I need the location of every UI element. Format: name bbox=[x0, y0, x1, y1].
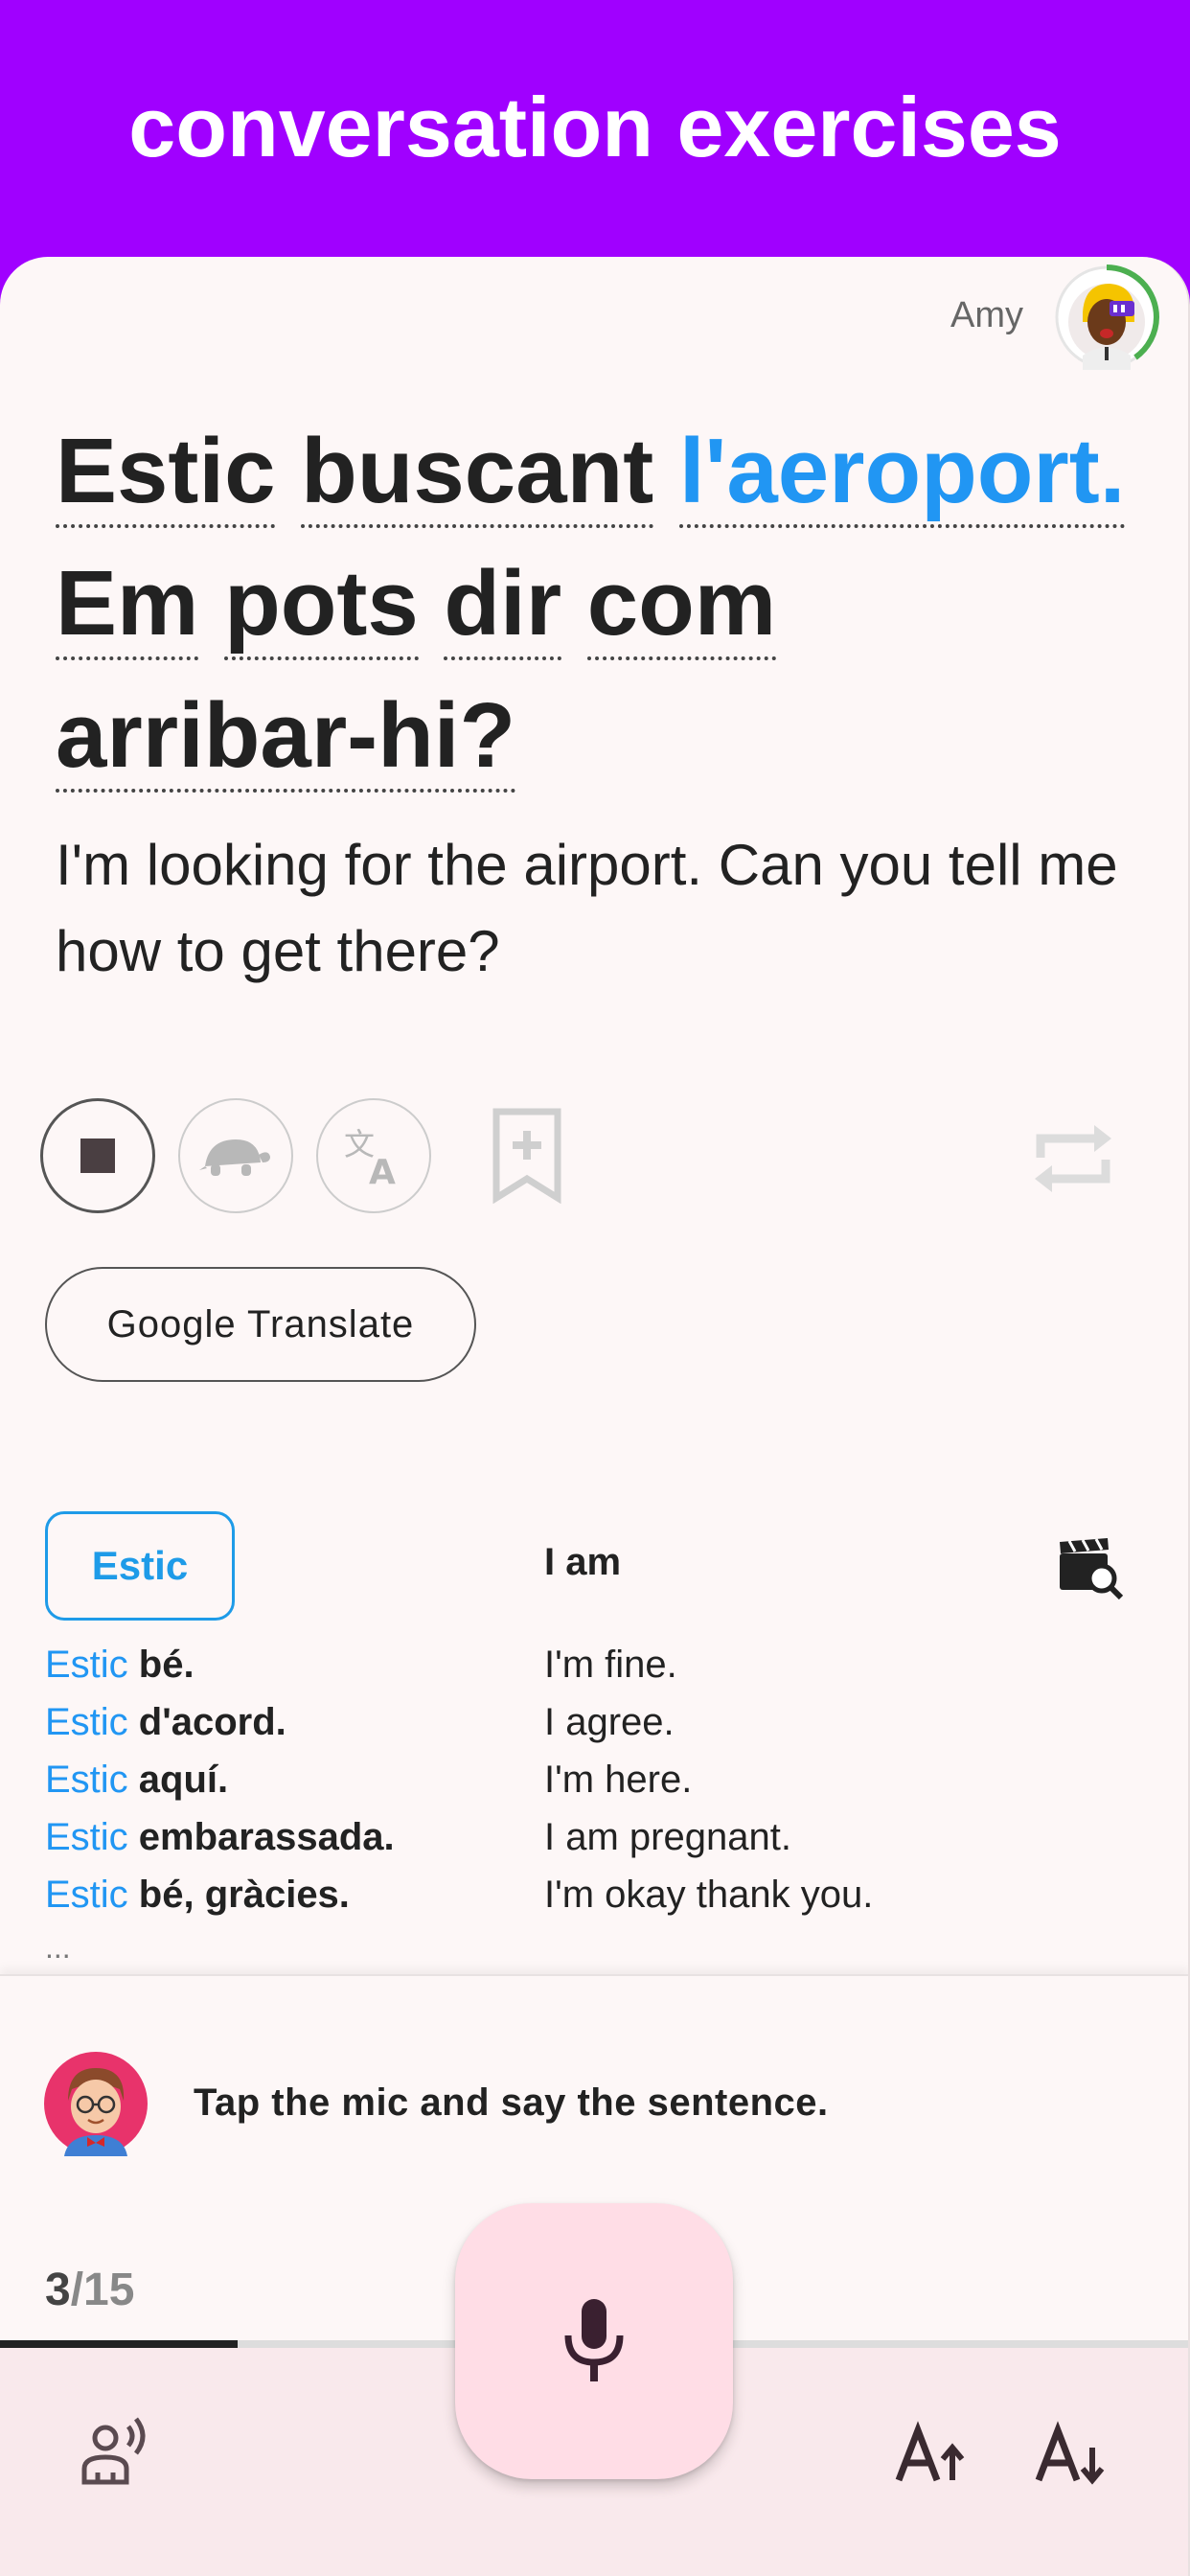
google-translate-button[interactable]: Google Translate bbox=[45, 1267, 476, 1382]
sentence-word[interactable]: buscant bbox=[301, 420, 654, 528]
example-keyword: Estic bbox=[45, 1701, 128, 1743]
stop-icon bbox=[80, 1138, 115, 1173]
example-catalan: aquí. bbox=[127, 1759, 229, 1801]
example-keyword: Estic bbox=[45, 1759, 128, 1801]
sentence-word-highlighted[interactable]: l'aeroport. bbox=[678, 420, 1126, 528]
svg-text:A: A bbox=[369, 1153, 396, 1189]
example-keyword: Estic bbox=[45, 1874, 128, 1916]
speaking-partner-icon[interactable] bbox=[77, 2415, 153, 2492]
turtle-icon bbox=[199, 1139, 270, 1176]
example-catalan: bé, gràcies. bbox=[127, 1874, 350, 1916]
coach-instruction: Tap the mic and say the sentence. bbox=[194, 2082, 829, 2124]
selected-word-chip[interactable]: Estic bbox=[45, 1511, 235, 1621]
exercise-counter: 3/15 bbox=[45, 2264, 134, 2316]
sentence-word[interactable]: pots bbox=[224, 552, 419, 660]
sentence-word[interactable]: Estic bbox=[56, 420, 276, 528]
word-meaning: I am bbox=[544, 1541, 622, 1583]
example-row[interactable]: Estic aquí. I'm here. bbox=[45, 1751, 1147, 1808]
example-english: I agree. bbox=[544, 1701, 675, 1743]
progress-fill bbox=[0, 2340, 239, 2348]
font-size-increase-icon[interactable] bbox=[895, 2417, 972, 2494]
example-english: I am pregnant. bbox=[544, 1816, 791, 1858]
more-examples-indicator: ... bbox=[45, 1930, 71, 1965]
video-search-icon[interactable] bbox=[1058, 1536, 1125, 1599]
slow-playback-button[interactable] bbox=[178, 1098, 293, 1213]
font-size-decrease-icon[interactable] bbox=[1035, 2417, 1111, 2494]
example-keyword: Estic bbox=[45, 1816, 128, 1858]
tutor-avatar[interactable] bbox=[1054, 264, 1159, 370]
example-row[interactable]: Estic bé, gràcies. I'm okay thank you. bbox=[45, 1866, 1147, 1923]
bookmark-add-icon[interactable] bbox=[489, 1108, 565, 1204]
counter-total: /15 bbox=[70, 2265, 135, 2315]
tutor-name: Amy bbox=[950, 295, 1023, 335]
mic-icon bbox=[564, 2299, 624, 2381]
example-catalan: embarassada. bbox=[127, 1816, 395, 1858]
sentence-word[interactable]: dir bbox=[444, 552, 562, 660]
translate-toggle-button[interactable]: 文 A bbox=[316, 1098, 431, 1213]
translate-icon: 文 A bbox=[344, 1126, 396, 1189]
repeat-icon[interactable] bbox=[1025, 1110, 1121, 1206]
example-row[interactable]: Estic bé. I'm fine. bbox=[45, 1636, 1147, 1693]
app-header: conversation exercises bbox=[0, 0, 1190, 259]
counter-current: 3 bbox=[45, 2265, 71, 2315]
example-keyword: Estic bbox=[45, 1644, 128, 1686]
example-row[interactable]: Estic embarassada. I am pregnant. bbox=[45, 1808, 1147, 1866]
sentence-word[interactable]: arribar-hi? bbox=[56, 684, 516, 793]
example-catalan: d'acord. bbox=[127, 1701, 286, 1743]
page-title: conversation exercises bbox=[128, 80, 1062, 174]
target-sentence: Estic buscant l'aeroport. Em pots dir co… bbox=[56, 405, 1148, 802]
sentence-word[interactable]: Em bbox=[56, 552, 199, 660]
stop-button[interactable] bbox=[40, 1098, 155, 1213]
sentence-word[interactable]: com bbox=[586, 552, 777, 660]
mic-button[interactable] bbox=[455, 2203, 733, 2479]
example-english: I'm here. bbox=[544, 1759, 693, 1801]
coach-avatar bbox=[44, 2052, 148, 2156]
example-row[interactable]: Estic d'acord. I agree. bbox=[45, 1693, 1147, 1751]
example-catalan: bé. bbox=[127, 1644, 195, 1686]
example-english: I'm fine. bbox=[544, 1644, 677, 1686]
sentence-translation: I'm looking for the airport. Can you tel… bbox=[56, 833, 1118, 983]
example-english: I'm okay thank you. bbox=[544, 1874, 874, 1916]
